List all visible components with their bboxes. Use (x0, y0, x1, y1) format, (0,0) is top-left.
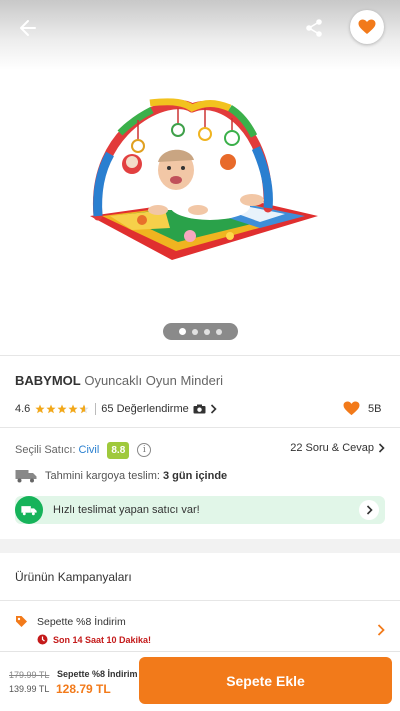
divider (0, 600, 400, 601)
old-price: 179.99 TL (9, 670, 50, 680)
star-half-icon (79, 404, 89, 414)
chevron-right-icon (210, 404, 217, 414)
clock-icon (37, 634, 48, 645)
discounted-price: 139.99 TL (9, 684, 50, 694)
rating-value: 4.6 (15, 403, 31, 415)
shipping-row: Tahmini kargoya teslim: 3 gün içinde (15, 469, 227, 483)
star-icon (57, 404, 67, 414)
heart-icon (358, 19, 376, 34)
product-title: BABYMOL Oyuncaklı Oyun Minderi (15, 373, 223, 388)
bottom-campaign-label: Sepette %8 İndirim (57, 669, 138, 679)
shipping-label: Tahmini kargoya teslim: (45, 470, 160, 482)
fast-delivery-icon (15, 496, 43, 524)
chevron-right-icon (377, 624, 385, 636)
product-image[interactable] (80, 88, 320, 273)
campaign-item[interactable]: Sepette %8 İndirim Son 14 Saat 10 Dakika… (15, 614, 385, 650)
delivery-truck-icon (21, 505, 37, 515)
camera-icon (193, 404, 206, 414)
delivery-truck-icon (15, 470, 37, 483)
star-icon (35, 404, 45, 414)
heart-icon (343, 401, 360, 416)
campaign-timer: Son 14 Saat 10 Dakika! (53, 635, 152, 645)
tag-icon (16, 616, 27, 627)
seller-label: Seçili Satıcı: (15, 444, 76, 456)
likes[interactable]: 5B (343, 401, 381, 416)
rating-row: 4.6 65 Değerlendirme (15, 400, 385, 418)
qa-link[interactable]: 22 Soru & Cevap (290, 442, 385, 454)
qa-label: 22 Soru & Cevap (290, 442, 374, 454)
divider (0, 355, 400, 356)
info-icon[interactable]: i (137, 443, 152, 457)
shipping-value: 3 gün içinde (163, 470, 228, 482)
bottom-bar: 179.99 TL 139.99 TL Sepette %8 İndirim 1… (0, 651, 400, 711)
back-button[interactable] (14, 14, 42, 42)
chevron-right-icon (366, 505, 373, 515)
product-name: Oyuncaklı Oyun Minderi (84, 373, 224, 388)
rating-stars (35, 404, 89, 414)
seller-row: Seçili Satıcı: Civil 8.8 i 22 Soru & Cev… (15, 441, 385, 459)
separator (95, 403, 97, 415)
divider (0, 427, 400, 428)
section-separator (0, 539, 400, 553)
campaign-label: Sepette %8 İndirim (37, 616, 126, 628)
seller-name-link[interactable]: Civil (79, 444, 100, 456)
final-price: 128.79 TL (56, 682, 111, 696)
fast-delivery-text: Hızlı teslimat yapan satıcı var! (53, 504, 200, 516)
reviews-count: 65 Değerlendirme (101, 403, 189, 415)
share-icon (306, 19, 322, 37)
fast-delivery-banner[interactable]: Hızlı teslimat yapan satıcı var! (15, 496, 385, 524)
fast-delivery-chevron[interactable] (359, 500, 379, 520)
star-icon (46, 404, 56, 414)
reviews-link[interactable]: 65 Değerlendirme (101, 403, 217, 415)
gallery-pagination[interactable] (163, 323, 238, 340)
top-bar (0, 0, 400, 56)
chevron-right-icon (378, 443, 385, 453)
seller-score-badge: 8.8 (107, 441, 130, 459)
favorite-button[interactable] (350, 10, 384, 44)
campaigns-title: Ürünün Kampanyaları (15, 570, 132, 584)
pagination-dot-active[interactable] (179, 328, 186, 335)
pagination-dot[interactable] (192, 328, 198, 335)
pagination-dot[interactable] (216, 328, 222, 335)
add-to-cart-button[interactable]: Sepete Ekle (139, 657, 392, 704)
pagination-dot[interactable] (204, 328, 210, 335)
share-button[interactable] (300, 14, 328, 42)
product-brand[interactable]: BABYMOL (15, 373, 81, 388)
arrow-left-icon (20, 20, 36, 36)
star-icon (68, 404, 78, 414)
likes-count: 5B (368, 402, 382, 415)
